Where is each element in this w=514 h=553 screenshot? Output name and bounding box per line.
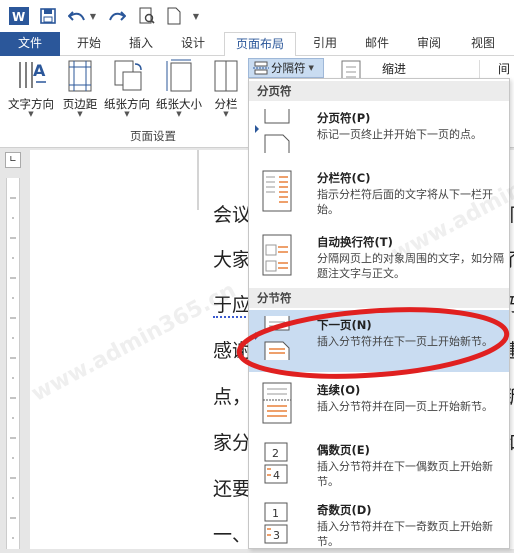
breaks-icon bbox=[253, 61, 269, 75]
tab-mailings[interactable]: 邮件 bbox=[356, 32, 398, 56]
next-page-section-icon bbox=[264, 316, 290, 360]
orientation-button[interactable]: 纸张方向 ▼ bbox=[102, 58, 152, 120]
section-header-section-breaks: 分节符 bbox=[249, 288, 509, 308]
tab-home[interactable]: 开始 bbox=[68, 32, 110, 56]
svg-text:A: A bbox=[33, 61, 46, 80]
breaks-dropdown-menu: 分页符 分页符(P) 标记一页终止并开始下一页的点。 分栏符(C) 指示分栏符后… bbox=[248, 78, 510, 549]
size-button[interactable]: 纸张大小 ▼ bbox=[154, 58, 204, 120]
tab-references[interactable]: 引用 bbox=[304, 32, 346, 56]
save-icon[interactable] bbox=[38, 6, 58, 26]
ribbon-tabs: 文件 开始 插入 设计 页面布局 引用 邮件 审阅 视图 bbox=[0, 32, 514, 57]
orientation-dropdown-icon: ▼ bbox=[124, 110, 130, 118]
menu-item-even-page[interactable]: 24 偶数页(E) 插入分节符并在下一偶数页上开始新节。 bbox=[249, 435, 509, 493]
customize-toolbar-icon[interactable]: ▼ bbox=[190, 6, 202, 26]
columns-icon bbox=[214, 60, 238, 92]
svg-text:1: 1 bbox=[272, 507, 279, 520]
group-page-setup-label: 页面设置 bbox=[130, 129, 176, 143]
doc-line-7: 还要 bbox=[213, 478, 252, 500]
word-logo-icon: W bbox=[8, 6, 30, 26]
item-title: 连续(O) bbox=[317, 383, 361, 397]
continuous-section-icon bbox=[262, 382, 292, 424]
svg-text:4: 4 bbox=[273, 469, 280, 482]
tab-review[interactable]: 审阅 bbox=[408, 32, 450, 56]
item-marker-icon bbox=[255, 332, 259, 340]
spellcheck-underline bbox=[213, 315, 253, 318]
item-description: 标记一页终止并开始下一页的点。 bbox=[317, 128, 482, 141]
text-direction-dropdown-icon: ▼ bbox=[28, 110, 34, 118]
spacing-label: 间 bbox=[498, 62, 511, 76]
redo-icon[interactable] bbox=[106, 6, 128, 26]
odd-page-section-icon: 13 bbox=[264, 502, 288, 544]
breaks-dropdown-icon: ▼ bbox=[308, 64, 314, 72]
item-title: 偶数页(E) bbox=[317, 443, 370, 457]
size-dropdown-icon: ▼ bbox=[176, 110, 182, 118]
item-description: 插入分节符并在同一页上开始新节。 bbox=[317, 400, 493, 413]
undo-icon[interactable] bbox=[66, 6, 88, 26]
doc-line-8: 一、 bbox=[213, 524, 252, 546]
quick-access-toolbar: W ▼ ▼ bbox=[0, 0, 514, 32]
text-direction-button[interactable]: A 文字方向 ▼ bbox=[4, 58, 58, 120]
svg-text:3: 3 bbox=[273, 529, 280, 542]
doc-line-1: 会议 bbox=[213, 204, 252, 226]
doc-line-5: 点， bbox=[213, 386, 252, 408]
menu-item-odd-page[interactable]: 13 奇数页(D) 插入分节符并在下一奇数页上开始新节。 bbox=[249, 495, 509, 553]
size-icon bbox=[166, 59, 192, 92]
tab-insert[interactable]: 插入 bbox=[120, 32, 162, 56]
svg-text:2: 2 bbox=[272, 447, 279, 460]
item-title: 自动换行符(T) bbox=[317, 235, 393, 249]
tab-page-layout[interactable]: 页面布局 bbox=[224, 32, 296, 57]
item-title: 奇数页(D) bbox=[317, 503, 372, 517]
page-break-icon bbox=[264, 109, 290, 153]
breaks-label: 分隔符 bbox=[271, 61, 306, 75]
even-page-section-icon: 24 bbox=[264, 442, 288, 484]
breaks-button[interactable]: 分隔符 ▼ bbox=[248, 58, 324, 78]
item-marker-icon bbox=[255, 125, 259, 133]
tab-file[interactable]: 文件 bbox=[0, 32, 60, 56]
column-break-icon bbox=[262, 170, 292, 212]
item-description: 插入分节符并在下一页上开始新节。 bbox=[317, 335, 493, 348]
doc-line-4: 感谢 bbox=[213, 340, 252, 362]
indent-label: 缩进 bbox=[382, 62, 407, 76]
margins-button[interactable]: 页边距 ▼ bbox=[60, 58, 100, 120]
section-header-page-breaks: 分页符 bbox=[249, 81, 509, 101]
margin-corner-mark bbox=[197, 150, 199, 210]
tab-view[interactable]: 视图 bbox=[462, 32, 504, 56]
orientation-icon bbox=[114, 60, 142, 91]
menu-item-next-page[interactable]: 下一页(N) 插入分节符并在下一页上开始新节。 bbox=[249, 310, 509, 372]
undo-dropdown-icon[interactable]: ▼ bbox=[88, 6, 98, 26]
vertical-ruler: ∟ bbox=[0, 148, 26, 549]
ruler-strip bbox=[6, 178, 20, 549]
item-description: 插入分节符并在下一偶数页上开始新节。 bbox=[317, 460, 493, 488]
margins-icon bbox=[68, 60, 92, 92]
item-title: 分页符(P) bbox=[317, 111, 371, 125]
item-title: 分栏符(C) bbox=[317, 171, 371, 185]
new-document-icon[interactable] bbox=[164, 6, 184, 26]
text-wrapping-break-icon bbox=[262, 234, 292, 276]
menu-item-continuous[interactable]: 连续(O) 插入分节符并在同一页上开始新节。 bbox=[249, 375, 509, 433]
print-preview-icon[interactable] bbox=[136, 6, 158, 26]
doc-line-6: 家分 bbox=[213, 432, 252, 454]
columns-dropdown-icon: ▼ bbox=[223, 110, 229, 118]
svg-text:W: W bbox=[12, 10, 25, 24]
tab-design[interactable]: 设计 bbox=[172, 32, 214, 56]
item-description: 插入分节符并在下一奇数页上开始新节。 bbox=[317, 520, 493, 548]
item-title: 下一页(N) bbox=[317, 318, 372, 332]
doc-line-2: 大家 bbox=[213, 249, 252, 271]
margins-dropdown-icon: ▼ bbox=[77, 110, 83, 118]
menu-item-text-wrapping-break[interactable]: 自动换行符(T) 分隔网页上的对象周围的文字，如分隔题注文字与正文。 bbox=[249, 227, 509, 285]
menu-item-page-break[interactable]: 分页符(P) 标记一页终止并开始下一页的点。 bbox=[249, 103, 509, 161]
columns-button[interactable]: 分栏 ▼ bbox=[208, 58, 244, 120]
text-direction-icon: A bbox=[19, 61, 46, 88]
tab-selector-button[interactable]: ∟ bbox=[5, 152, 21, 168]
